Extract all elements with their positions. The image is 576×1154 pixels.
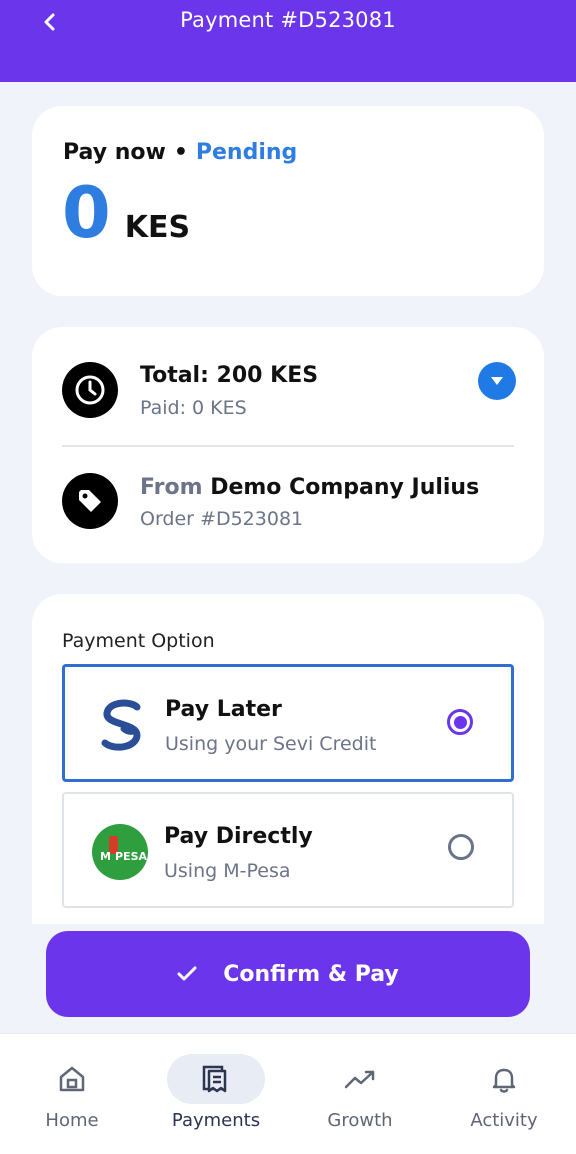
- pay-now-label: Pay now: [63, 140, 166, 165]
- status-badge: Pending: [195, 140, 298, 165]
- confirm-pay-button[interactable]: Confirm & Pay: [46, 931, 530, 1017]
- confirm-pay-label: Confirm & Pay: [223, 961, 399, 987]
- summary-card: Total: 200 KES Paid: 0 KES From Demo Com…: [32, 327, 544, 563]
- mpesa-logo-letter: M: [100, 850, 111, 863]
- nav-item-payments[interactable]: Payments: [144, 1034, 288, 1154]
- option-subtitle: Using your Sevi Credit: [165, 733, 377, 755]
- amount-value: 0: [62, 172, 111, 254]
- option-title: Pay Later: [165, 697, 282, 722]
- nav-icon-wrap: [167, 1054, 265, 1104]
- nav-item-activity[interactable]: Activity: [432, 1034, 576, 1154]
- pay-now-row: Pay now • Pending: [63, 140, 297, 165]
- nav-item-home[interactable]: Home: [0, 1034, 144, 1154]
- from-line: From Demo Company Julius: [140, 475, 479, 500]
- nav-icon-wrap: [455, 1054, 553, 1104]
- nav-label: Growth: [327, 1110, 393, 1131]
- nav-label: Payments: [171, 1110, 261, 1131]
- clock-icon: [62, 362, 118, 418]
- bell-icon: [492, 1068, 516, 1093]
- payment-options-card: Payment Option Pay Later Using your Sevi…: [32, 594, 544, 924]
- amount-currency: KES: [124, 210, 191, 245]
- nav-item-growth[interactable]: Growth: [288, 1034, 432, 1154]
- radio-unselected[interactable]: [448, 834, 474, 860]
- page-title: Payment #D523081: [180, 8, 396, 32]
- mpesa-logo-text: PESA: [115, 850, 147, 863]
- chevron-down-icon: [491, 377, 503, 385]
- nav-icon-wrap: [23, 1054, 121, 1104]
- trend-up-icon: [344, 1070, 375, 1089]
- nav-icon-wrap: [311, 1054, 409, 1104]
- separator-dot: •: [173, 140, 188, 165]
- paid-amount: Paid: 0 KES: [140, 397, 247, 419]
- bottom-nav: Home Payments Growth Activity: [0, 1033, 576, 1154]
- home-icon: [59, 1066, 85, 1092]
- amount-card: Pay now • Pending 0 KES: [32, 106, 544, 296]
- total-amount: Total: 200 KES: [140, 363, 319, 388]
- check-icon: [177, 966, 197, 982]
- option-pay-later[interactable]: Pay Later Using your Sevi Credit: [62, 664, 514, 782]
- divider: [62, 445, 514, 447]
- nav-label: Activity: [470, 1110, 538, 1131]
- option-title: Pay Directly: [164, 824, 313, 849]
- merchant-name: Demo Company Julius: [210, 475, 480, 500]
- amount-row: 0 KES: [62, 178, 190, 248]
- radio-dot: [453, 715, 467, 729]
- from-label: From: [140, 475, 203, 500]
- option-subtitle: Using M-Pesa: [164, 860, 291, 882]
- radio-selected[interactable]: [447, 709, 473, 735]
- sevi-logo: [93, 695, 153, 755]
- order-number: Order #D523081: [140, 508, 304, 530]
- option-pay-directly[interactable]: M PESA Pay Directly Using M-Pesa: [62, 792, 514, 908]
- receipt-icon: [202, 1065, 227, 1093]
- payment-option-heading: Payment Option: [62, 630, 215, 652]
- app-header: Payment #D523081: [0, 0, 576, 82]
- tag-icon: [62, 473, 118, 529]
- nav-label: Home: [45, 1110, 99, 1131]
- expand-button[interactable]: [478, 362, 516, 400]
- mpesa-logo: M PESA: [92, 822, 152, 882]
